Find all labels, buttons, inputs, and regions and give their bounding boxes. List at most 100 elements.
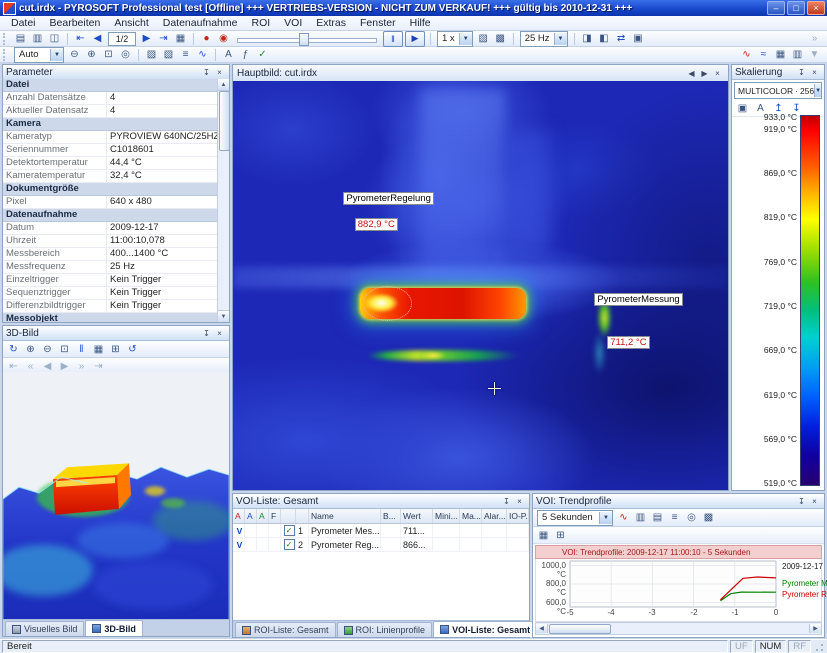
trend-chart-icon[interactable]: ∿ (615, 511, 632, 525)
menu-ansicht[interactable]: Ansicht (107, 16, 155, 31)
next-frame-button[interactable]: ▶ (138, 32, 155, 46)
zoom-out-icon[interactable]: ⊖ (39, 342, 56, 356)
swap-view-icon[interactable]: ⇄ (613, 32, 630, 46)
prev-document-icon[interactable]: ◀ (685, 68, 698, 79)
menu-extras[interactable]: Extras (309, 16, 353, 31)
pause-button[interactable]: ‖ (383, 31, 403, 47)
parameter-row[interactable]: Aktueller Datensatz4 (3, 105, 218, 118)
column-alarm3[interactable]: A (257, 509, 269, 523)
tab-voi-liste-gesamt[interactable]: VOI-Liste: Gesamt (433, 621, 537, 637)
table-view-icon[interactable]: ▦ (772, 48, 789, 62)
menu-datei[interactable]: Datei (4, 16, 43, 31)
parameter-section-header[interactable]: Datenaufnahme (3, 209, 218, 222)
export-icon[interactable]: ◫ (46, 32, 63, 46)
parameter-row[interactable]: SequenztriggerKein Trigger (3, 287, 218, 300)
sequence-record-icon[interactable]: ◉ (215, 32, 232, 46)
last-frame-button[interactable]: ⇥ (155, 32, 172, 46)
scaling-mode-select[interactable]: Auto ▼ (14, 47, 64, 63)
pin-icon[interactable]: ↧ (200, 328, 213, 339)
isotherm-icon[interactable]: ▧ (160, 48, 177, 62)
fast-forward-button[interactable]: » (73, 359, 90, 373)
close-icon[interactable]: × (808, 496, 821, 507)
magnifier-icon[interactable]: ◎ (683, 511, 700, 525)
zoom-fit-icon[interactable]: ⊡ (56, 342, 73, 356)
close-icon[interactable]: × (711, 68, 724, 79)
snapshot-icon[interactable]: ◨ (579, 32, 596, 46)
reset-view-icon[interactable]: ↺ (124, 342, 141, 356)
close-button[interactable]: × (807, 1, 825, 15)
document-tab-title[interactable]: Hauptbild: cut.irdx (237, 68, 685, 79)
layout-icon[interactable]: ▣ (630, 32, 647, 46)
column-minimum[interactable]: Mini... (433, 509, 460, 523)
first-frame-button[interactable]: ⇤ (5, 359, 22, 373)
menu-voi[interactable]: VOI (277, 16, 309, 31)
previous-frame-button[interactable]: ◀ (89, 32, 106, 46)
pin-icon[interactable]: ↧ (795, 67, 808, 78)
column-visible[interactable] (281, 509, 296, 523)
scroll-left-icon[interactable]: ◀ (536, 624, 548, 633)
voi-table-row[interactable]: V ✓ 1 Pyrometer Mes... 711... (233, 524, 529, 538)
grid-icon[interactable]: ▨ (143, 48, 160, 62)
report-icon[interactable]: ▥ (789, 48, 806, 62)
histogram-icon[interactable]: ▧ (475, 32, 492, 46)
trend-chart-plot[interactable]: 1000,0 °C 800,0 °C 600,0 °C -5 -4 -3 -2 … (535, 559, 822, 622)
next-document-icon[interactable]: ▶ (698, 68, 711, 79)
thermal-image[interactable]: PyrometerRegelung 882,9 °C PyrometerMess… (233, 81, 728, 490)
rotate-icon[interactable]: ↻ (5, 342, 22, 356)
zoom-in-icon[interactable]: ⊕ (22, 342, 39, 356)
minimize-button[interactable]: – (767, 1, 785, 15)
column-f[interactable]: F (269, 509, 281, 523)
palette-icon[interactable]: ▩ (492, 32, 509, 46)
record-icon[interactable]: ● (198, 32, 215, 46)
tab-3d-bild[interactable]: 3D-Bild (85, 620, 143, 636)
chevron-down-icon[interactable]: ▼ (814, 84, 821, 97)
palette-icon[interactable]: ▦ (535, 528, 552, 542)
scroll-up-icon[interactable]: ▲ (218, 79, 229, 91)
close-icon[interactable]: × (213, 67, 226, 78)
chevron-down-icon[interactable]: ▼ (459, 33, 472, 45)
open-file-icon[interactable]: ▤ (12, 32, 29, 46)
last-frame-button[interactable]: ⇥ (90, 359, 107, 373)
goto-frame-icon[interactable]: ▦ (172, 32, 189, 46)
voi-visible-checkbox[interactable]: ✓ (284, 525, 295, 536)
voi-visible-checkbox[interactable]: ✓ (284, 539, 295, 550)
column-alarm1[interactable]: A (233, 509, 245, 523)
grid-icon[interactable]: ▩ (700, 511, 717, 525)
profile-icon[interactable]: ∿ (194, 48, 211, 62)
close-icon[interactable]: × (808, 67, 821, 78)
text-label-icon[interactable]: A (220, 48, 237, 62)
axes-icon[interactable]: ⊞ (107, 342, 124, 356)
first-frame-button[interactable]: ⇤ (72, 32, 89, 46)
play-button[interactable]: ▶ (56, 359, 73, 373)
toolbar-overflow-icon[interactable]: » (806, 32, 823, 46)
zoom-select[interactable]: 1 x ▼ (437, 31, 473, 47)
maximize-button[interactable]: □ (787, 1, 805, 15)
pin-icon[interactable]: ↧ (795, 496, 808, 507)
menu-datenaufnahme[interactable]: Datenaufnahme (156, 16, 245, 31)
frame-position-slider[interactable] (237, 32, 377, 46)
pause-icon[interactable]: ‖ (73, 342, 90, 356)
parameter-row[interactable]: DifferenzbildtriggerKein Trigger (3, 300, 218, 313)
frequency-select[interactable]: 25 Hz ▼ (520, 31, 568, 47)
parameter-row[interactable]: Pixel640 x 480 (3, 196, 218, 209)
parameter-row[interactable]: Messbereich400...1400 °C (3, 248, 218, 261)
trend-scrollbar[interactable]: ◀ ▶ (535, 622, 822, 635)
copy-icon[interactable]: ▤ (649, 511, 666, 525)
menu-roi[interactable]: ROI (244, 16, 277, 31)
slider-thumb[interactable] (299, 33, 309, 46)
column-name[interactable]: Name (309, 509, 381, 523)
column-wert[interactable]: Wert (401, 509, 433, 523)
pin-icon[interactable]: ↧ (500, 496, 513, 507)
view3d-canvas[interactable] (3, 372, 229, 620)
roi-ellipse[interactable] (363, 286, 412, 321)
close-icon[interactable]: × (513, 496, 526, 507)
parameter-row[interactable]: Detektortemperatur44,4 °C (3, 157, 218, 170)
tab-roi-liste-gesamt[interactable]: ROI-Liste: Gesamt (235, 622, 336, 637)
export-icon[interactable]: ▥ (632, 511, 649, 525)
magnifier-icon[interactable]: ◎ (117, 48, 134, 62)
line-profile-icon[interactable]: ≈ (755, 48, 772, 62)
voi-table-row[interactable]: V ✓ 2 Pyrometer Reg... 866... (233, 538, 529, 552)
scroll-down-icon[interactable]: ▼ (218, 310, 229, 322)
column-alarm2[interactable]: A (245, 509, 257, 523)
scroll-right-icon[interactable]: ▶ (809, 624, 821, 633)
